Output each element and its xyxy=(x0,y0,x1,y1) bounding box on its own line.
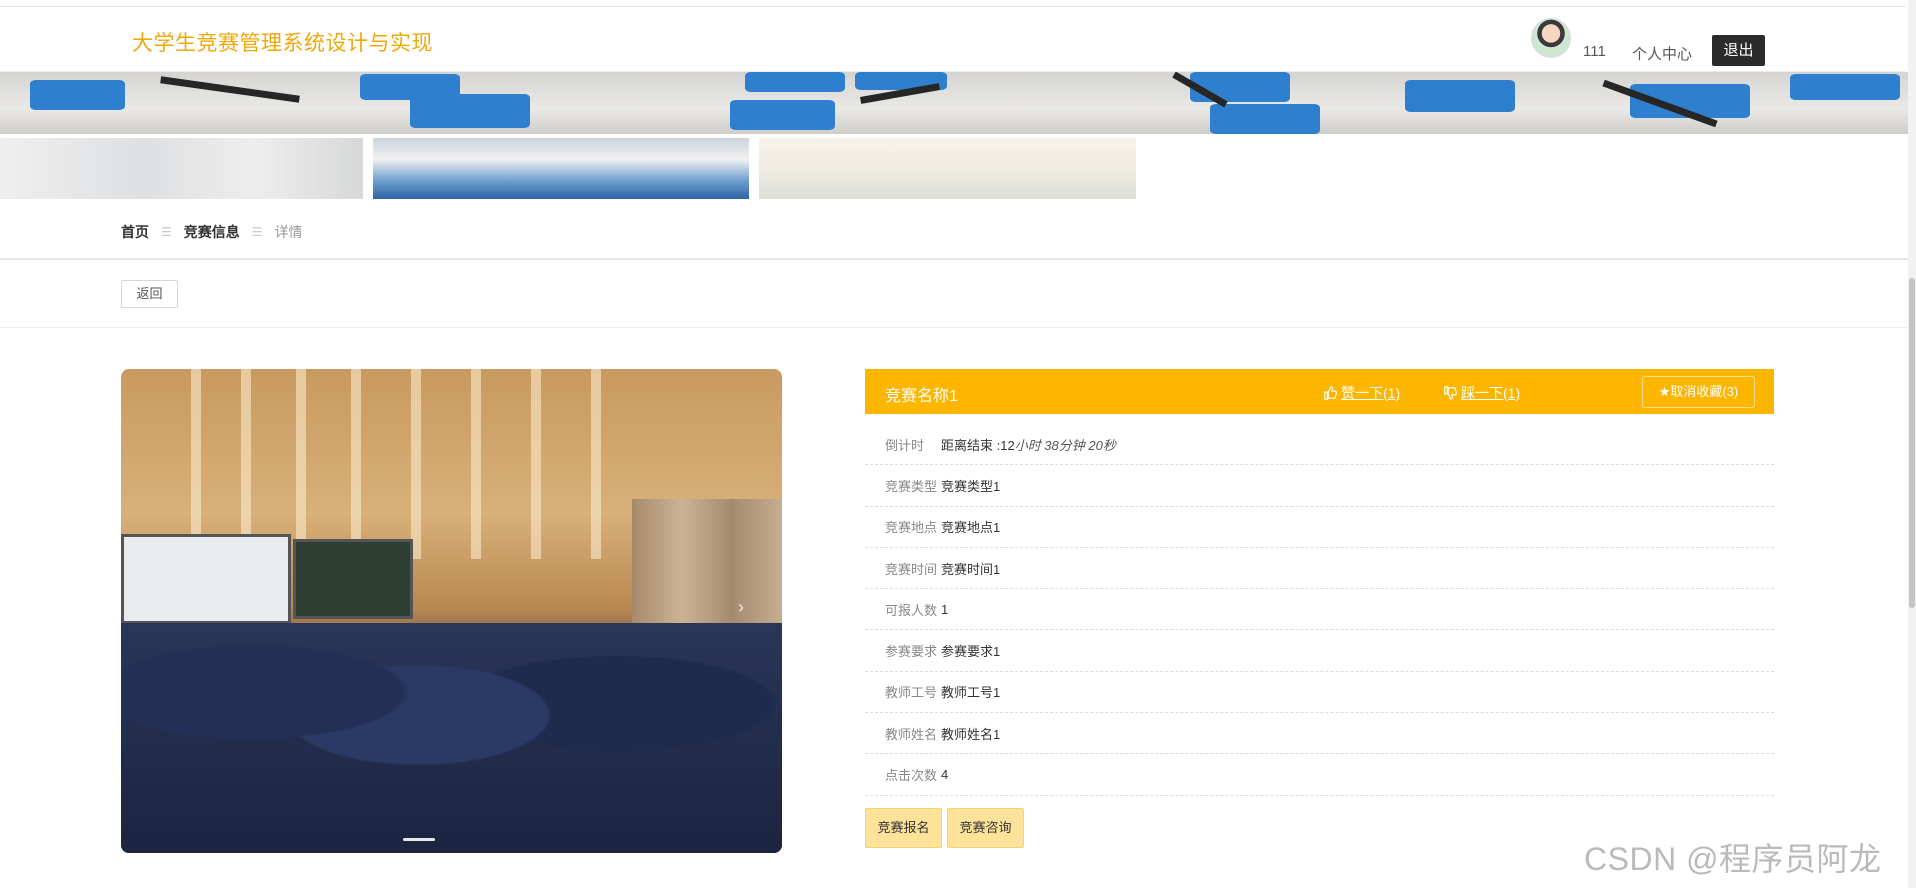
breadcrumb: 首页 ☰ 竞赛信息 ☰ 详情 xyxy=(121,222,303,242)
chevron-right-icon[interactable]: › xyxy=(738,597,744,618)
field-row: 可报人数 1 xyxy=(865,589,1774,631)
signup-button[interactable]: 竞赛报名 xyxy=(865,808,942,848)
field-value: 4 xyxy=(941,767,949,783)
field-value: 参赛要求1 xyxy=(941,644,1001,660)
thumbs-up-icon xyxy=(1324,386,1337,400)
like-label: 赞一下(1) xyxy=(1341,385,1401,401)
banner-bench xyxy=(160,76,300,103)
field-label: 竞赛时间 xyxy=(885,561,938,577)
dislike-label: 踩一下(1) xyxy=(1461,385,1521,401)
carousel-indicator[interactable] xyxy=(403,838,435,841)
banner-stool xyxy=(1405,80,1515,112)
breadcrumb-separator-icon: ☰ xyxy=(161,225,172,239)
breadcrumb-section[interactable]: 竞赛信息 xyxy=(184,222,240,242)
photo-detail xyxy=(531,369,541,559)
field-row: 教师工号 教师工号1 xyxy=(865,672,1774,714)
breadcrumb-current: 详情 xyxy=(274,224,303,240)
field-label: 教师工号 xyxy=(885,685,938,701)
photo-detail xyxy=(351,369,361,559)
photo-detail xyxy=(191,369,201,559)
field-row: 教师姓名 教师姓名1 xyxy=(865,713,1774,755)
field-value: 竞赛类型1 xyxy=(941,478,1001,494)
field-label: 竞赛地点 xyxy=(885,520,938,536)
detail-header: 竞赛名称1 赞一下(1) 踩一下(1) ★取消收藏(3) xyxy=(865,369,1774,414)
banner-stool xyxy=(410,94,530,128)
field-label: 点击次数 xyxy=(885,768,938,784)
watermark: CSDN @程序员阿龙 xyxy=(1584,841,1882,877)
detail-fields: 倒计时 距离结束 :12小时 38分钟 20秒 竞赛类型 竞赛类型1 竞赛地点 … xyxy=(865,424,1774,796)
banner-stool xyxy=(745,72,845,92)
field-label: 参赛要求 xyxy=(885,644,938,660)
photo-detail xyxy=(296,369,306,559)
photo-detail xyxy=(293,539,413,619)
banner-stool xyxy=(30,80,125,110)
cancel-favorite-button[interactable]: ★取消收藏(3) xyxy=(1642,376,1755,408)
field-label: 可报人数 xyxy=(885,602,938,618)
breadcrumb-separator-icon: ☰ xyxy=(251,225,263,239)
thumbnail-1[interactable] xyxy=(0,138,363,199)
countdown-row: 倒计时 距离结束 :12小时 38分钟 20秒 xyxy=(865,424,1774,466)
field-label: 倒计时 xyxy=(885,437,925,453)
thumbnail-3[interactable] xyxy=(759,138,1136,199)
countdown-prefix: 距离结束 :12 xyxy=(941,437,1015,453)
field-row: 竞赛时间 竞赛时间1 xyxy=(865,548,1774,590)
field-value: 竞赛时间1 xyxy=(941,561,1001,577)
thumbnail-2[interactable] xyxy=(373,138,749,199)
photo-detail xyxy=(411,369,421,559)
field-value: 竞赛地点1 xyxy=(941,520,1001,536)
banner-image xyxy=(0,72,1908,134)
field-value: 教师姓名1 xyxy=(941,726,1001,742)
field-label: 教师姓名 xyxy=(885,726,938,742)
banner-stool xyxy=(1190,72,1290,102)
field-row: 竞赛地点 竞赛地点1 xyxy=(865,507,1774,548)
banner-stool xyxy=(730,100,835,130)
page: 大学生竞赛管理系统设计与实现 111 个人中心 退出 首页 ☰ 竞赛信息 ☰ 详… xyxy=(0,0,1916,888)
thumbs-down-icon xyxy=(1444,386,1457,400)
breadcrumb-home[interactable]: 首页 xyxy=(121,222,149,242)
field-value: 教师工号1 xyxy=(941,685,1001,701)
photo-detail xyxy=(591,369,601,559)
logout-button[interactable]: 退出 xyxy=(1712,35,1765,66)
field-row: 点击次数 4 xyxy=(865,754,1774,796)
photo-detail xyxy=(471,369,481,559)
top-navbar: 大学生竞赛管理系统设计与实现 111 个人中心 退出 xyxy=(0,6,1906,72)
back-button[interactable]: 返回 xyxy=(121,280,178,308)
banner-stool xyxy=(1210,104,1320,134)
photo-detail xyxy=(121,534,291,624)
user-avatar[interactable] xyxy=(1531,18,1571,58)
countdown-value: 距离结束 :12小时 38分钟 20秒 xyxy=(941,435,1116,454)
field-row: 参赛要求 参赛要求1 xyxy=(865,630,1774,672)
competition-title: 竞赛名称1 xyxy=(885,388,958,405)
divider xyxy=(0,258,1908,260)
banner-stool xyxy=(1790,74,1900,100)
scrollbar-thumb[interactable] xyxy=(1909,278,1915,608)
user-center-link[interactable]: 个人中心 xyxy=(1632,43,1692,64)
field-label: 竞赛类型 xyxy=(885,478,938,494)
field-value: 1 xyxy=(941,601,949,617)
photo-detail xyxy=(241,369,251,559)
countdown-rest: 小时 38分钟 20秒 xyxy=(1014,437,1116,453)
consult-button[interactable]: 竞赛咨询 xyxy=(947,808,1024,848)
competition-image: › xyxy=(121,369,782,853)
dislike-button[interactable]: 踩一下(1) xyxy=(1443,383,1520,403)
field-row: 竞赛类型 竞赛类型1 xyxy=(865,465,1774,507)
username: 111 xyxy=(1583,43,1606,60)
photo-detail xyxy=(121,623,782,853)
site-title[interactable]: 大学生竞赛管理系统设计与实现 xyxy=(132,27,433,57)
like-button[interactable]: 赞一下(1) xyxy=(1323,383,1400,403)
divider xyxy=(0,327,1908,328)
